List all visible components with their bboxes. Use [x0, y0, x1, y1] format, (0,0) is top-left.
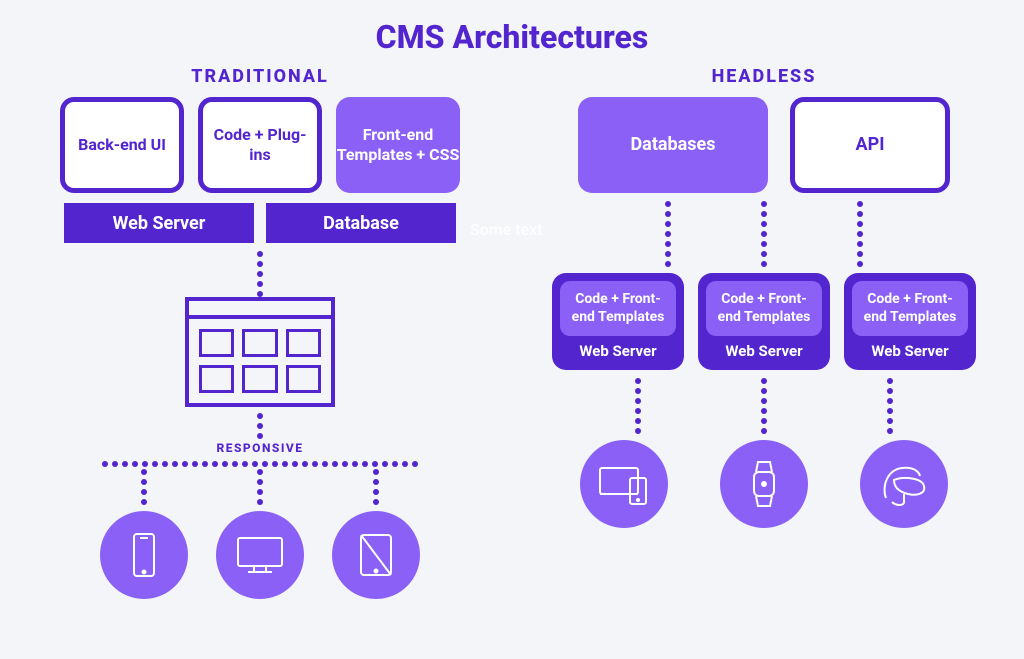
databases-box: Databases	[578, 97, 768, 193]
watermark-text: Some text	[470, 220, 543, 239]
headless-top-row: Databases API	[578, 97, 950, 193]
frontend-templates-label: Front-end Templates + CSS	[336, 125, 460, 165]
traditional-top-row: Back-end UI Code + Plug-ins Front-end Te…	[60, 97, 460, 193]
traditional-bar-row: Web Server Database	[64, 203, 456, 243]
vr-headset-icon	[860, 440, 948, 528]
page-title: CMS Architectures	[0, 0, 1024, 66]
backend-ui-label: Back-end UI	[78, 135, 166, 155]
server-label-1: Web Server	[579, 342, 656, 360]
desktop-mobile-icon	[580, 440, 668, 528]
headless-devices-row	[580, 440, 948, 528]
server-card-1: Code + Front-end Templates Web Server	[552, 273, 684, 370]
phone-icon	[100, 511, 188, 599]
tablet-icon	[332, 511, 420, 599]
connector-dots-1	[257, 251, 263, 297]
database-bar: Database	[266, 203, 456, 243]
api-label: API	[856, 134, 885, 157]
monitor-icon	[216, 511, 304, 599]
headless-header: HEADLESS	[712, 66, 817, 87]
headless-column: HEADLESS Databases API Code + Front-end …	[544, 66, 984, 599]
server-inner-2: Code + Front-end Templates	[706, 281, 822, 336]
code-plugins-box: Code + Plug-ins	[198, 97, 322, 193]
server-inner-3: Code + Front-end Templates	[852, 281, 968, 336]
connector-drop-1	[141, 469, 147, 505]
server-label-2: Web Server	[725, 342, 802, 360]
headless-servers-row: Code + Front-end Templates Web Server Co…	[552, 273, 976, 370]
frontend-templates-box: Front-end Templates + CSS	[336, 97, 460, 193]
connector-drop-2	[257, 469, 263, 505]
connector-dots-2	[257, 413, 263, 439]
server-card-3: Code + Front-end Templates Web Server	[844, 273, 976, 370]
backend-ui-box: Back-end UI	[60, 97, 184, 193]
traditional-header: TRADITIONAL	[191, 66, 329, 87]
server-card-2: Code + Front-end Templates Web Server	[698, 273, 830, 370]
traditional-column: TRADITIONAL Back-end UI Code + Plug-ins …	[40, 66, 480, 599]
server-inner-1: Code + Front-end Templates	[560, 281, 676, 336]
server-label-3: Web Server	[871, 342, 948, 360]
databases-label: Databases	[630, 134, 715, 157]
responsive-devices-row	[100, 469, 420, 599]
web-server-bar: Web Server	[64, 203, 254, 243]
api-box: API	[790, 97, 950, 193]
headless-connectors-top	[665, 201, 863, 267]
connector-drop-3	[373, 469, 379, 505]
headless-connectors-bottom	[635, 378, 893, 434]
code-plugins-label: Code + Plug-ins	[203, 125, 317, 165]
browser-icon	[185, 297, 335, 407]
watch-icon	[720, 440, 808, 528]
responsive-label: RESPONSIVE	[216, 441, 303, 455]
